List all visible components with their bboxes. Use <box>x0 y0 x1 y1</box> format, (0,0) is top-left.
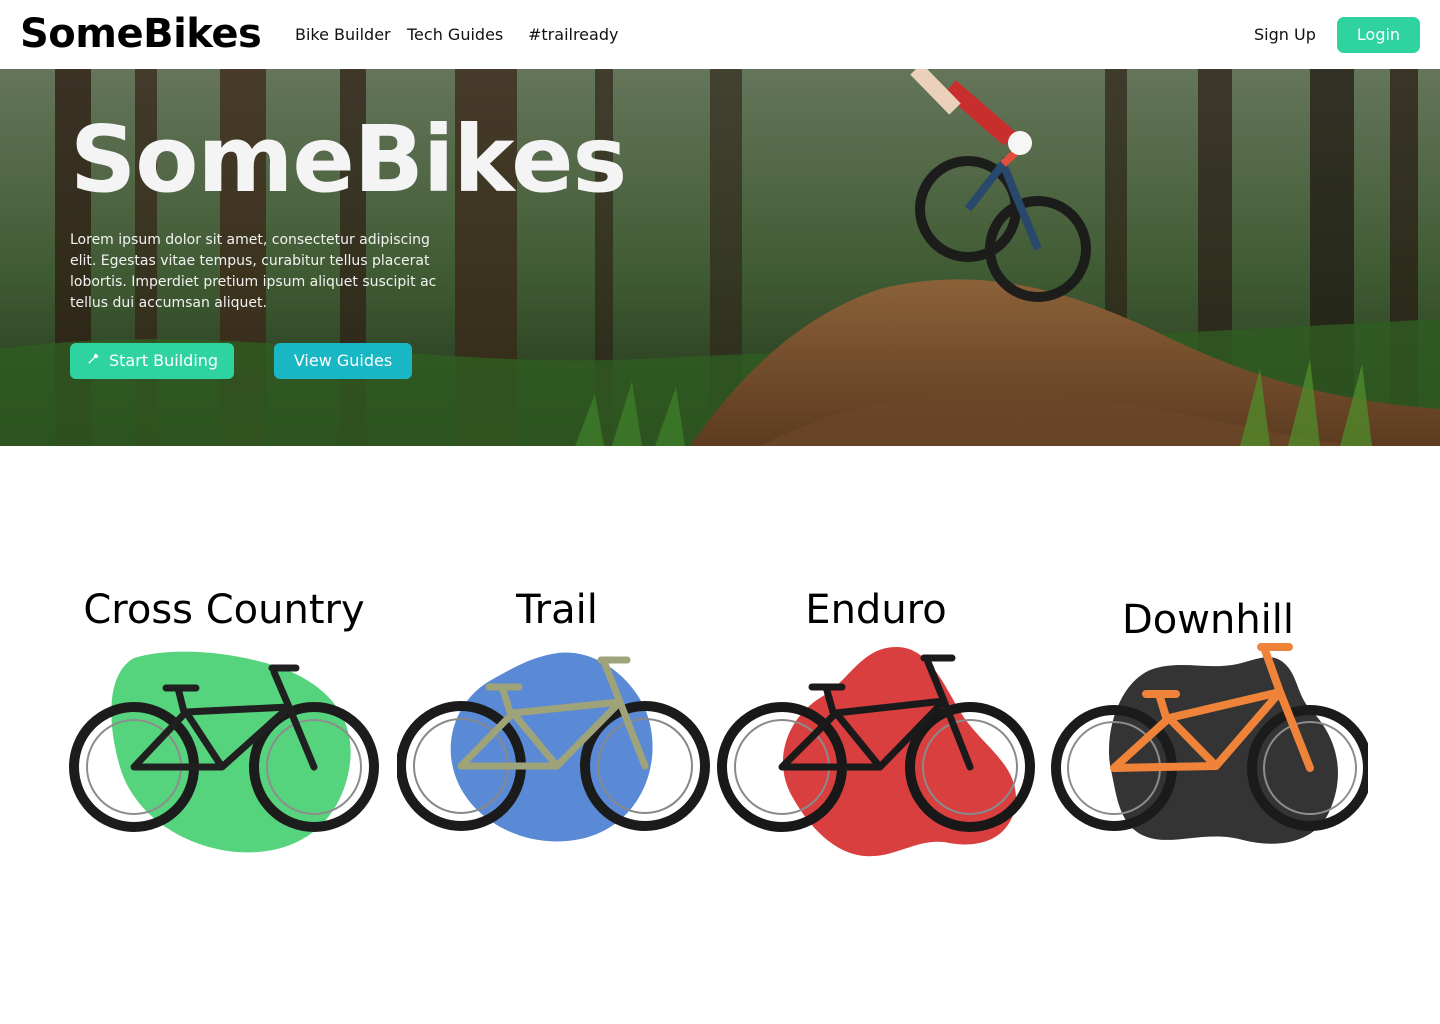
signup-link[interactable]: Sign Up <box>1254 25 1316 45</box>
hero-title: SomeBikes <box>70 106 627 213</box>
login-button[interactable]: Login <box>1337 17 1420 53</box>
bike-cross-country-icon <box>69 651 379 853</box>
category-title: Downhill <box>1121 597 1295 643</box>
view-guides-button[interactable]: View Guides <box>274 343 412 379</box>
start-building-label: Start Building <box>109 351 219 370</box>
bike-downhill-icon <box>1051 643 1368 844</box>
category-cross-country[interactable]: Cross Country <box>64 585 384 875</box>
category-title: Cross Country <box>83 587 365 633</box>
start-building-button[interactable]: Start Building <box>70 343 234 379</box>
nav-trailready[interactable]: #trailready <box>528 25 618 45</box>
wrench-icon <box>86 343 100 379</box>
category-title: Trail <box>516 587 598 633</box>
top-navbar: SomeBikes Bike Builder Tech Guides #trai… <box>0 0 1440 69</box>
category-enduro[interactable]: Enduro <box>716 585 1036 875</box>
hero-description: Lorem ipsum dolor sit amet, consectetur … <box>70 232 437 311</box>
bike-enduro-icon <box>717 646 1035 857</box>
nav-tech-guides[interactable]: Tech Guides <box>407 25 503 45</box>
site-logo[interactable]: SomeBikes <box>20 12 262 56</box>
category-downhill[interactable]: Downhill <box>1048 585 1368 875</box>
nav-bike-builder[interactable]: Bike Builder <box>295 25 391 45</box>
hero-section: SomeBikes Lorem ipsum dolor sit amet, co… <box>0 69 1440 446</box>
category-title: Enduro <box>805 587 947 633</box>
bike-trail-icon <box>397 652 710 842</box>
category-trail[interactable]: Trail <box>397 585 717 875</box>
